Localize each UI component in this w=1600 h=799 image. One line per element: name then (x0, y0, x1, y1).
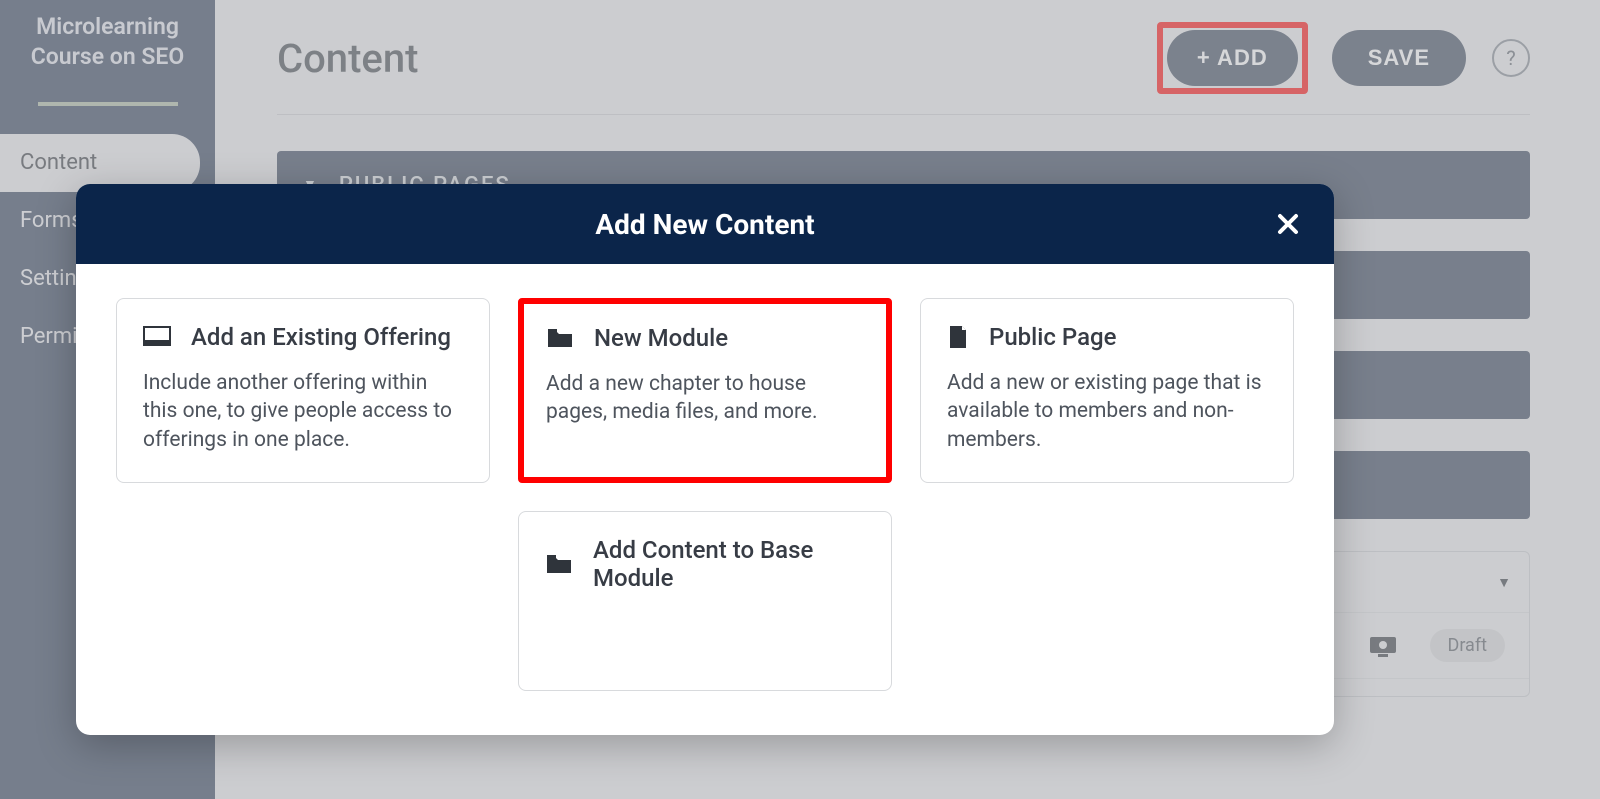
modal-body: Add an Existing Offering Include another… (76, 264, 1334, 735)
card-grid: Add an Existing Offering Include another… (116, 298, 1294, 691)
app-root: Microlearning Course on SEO Content Form… (0, 0, 1600, 799)
add-content-modal: Add New Content Add an Existing Offering… (76, 184, 1334, 735)
card-desc: Add a new chapter to house pages, media … (546, 370, 864, 427)
card-public-page[interactable]: Public Page Add a new or existing page t… (920, 298, 1294, 483)
card-spacer (545, 592, 865, 662)
card-desc: Include another offering within this one… (143, 369, 463, 454)
close-icon[interactable] (1276, 212, 1300, 236)
card-title: Add Content to Base Module (593, 536, 865, 592)
folder-icon (546, 327, 574, 349)
card-title-row: Add an Existing Offering (143, 323, 463, 351)
card-title: Public Page (989, 323, 1116, 351)
card-title-row: New Module (546, 324, 864, 352)
card-title-row: Add Content to Base Module (545, 536, 865, 592)
card-new-module[interactable]: New Module Add a new chapter to house pa… (518, 298, 892, 483)
modal-title: Add New Content (595, 208, 814, 241)
card-title: Add an Existing Offering (191, 323, 451, 351)
folder-icon (545, 553, 573, 575)
page-icon (947, 324, 969, 350)
card-title: New Module (594, 324, 728, 352)
card-add-content-base-module[interactable]: Add Content to Base Module (518, 511, 892, 691)
card-add-existing-offering[interactable]: Add an Existing Offering Include another… (116, 298, 490, 483)
modal-header: Add New Content (76, 184, 1334, 264)
offering-icon (143, 326, 171, 348)
card-desc: Add a new or existing page that is avail… (947, 369, 1267, 454)
card-title-row: Public Page (947, 323, 1267, 351)
